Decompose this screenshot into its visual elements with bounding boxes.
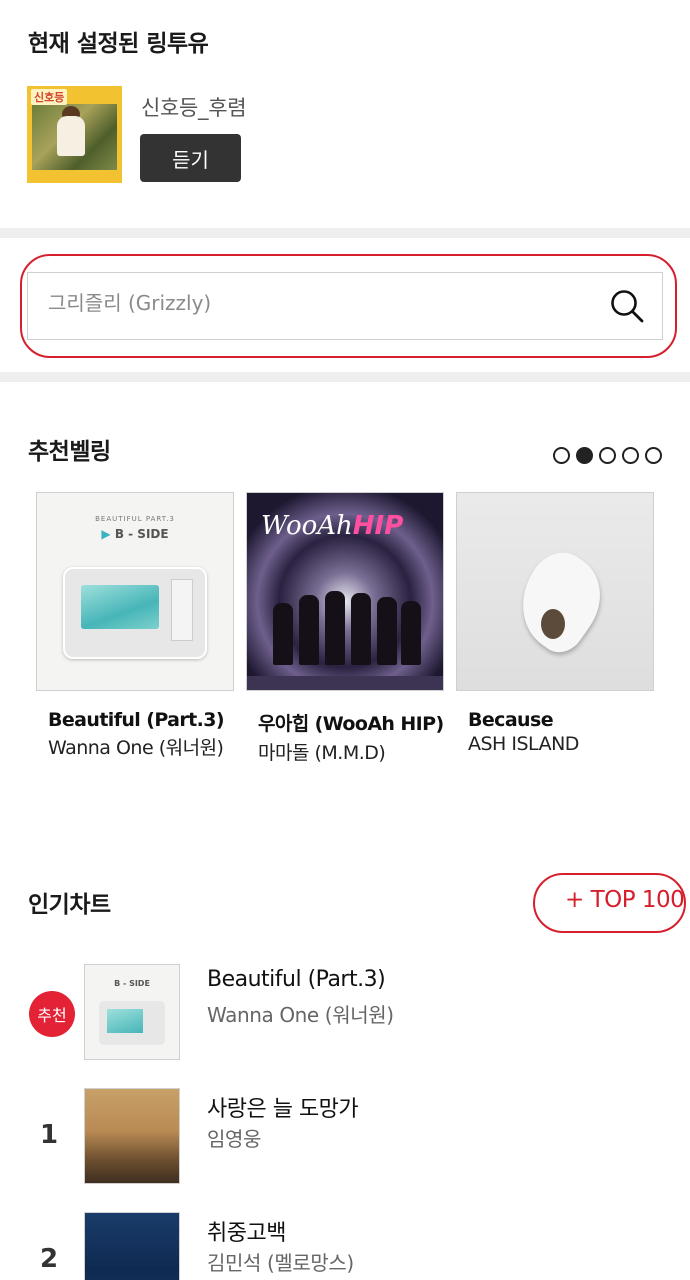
section-divider bbox=[0, 372, 690, 382]
album-art[interactable]: WooAhHIP bbox=[246, 492, 444, 691]
chart-thumbnail[interactable] bbox=[84, 1088, 180, 1184]
chart-rank: 1 bbox=[40, 1120, 59, 1150]
chart-row[interactable]: 1 사랑은 늘 도망가 임영웅 bbox=[0, 1088, 690, 1188]
chart-thumbnail[interactable]: B - SIDE bbox=[84, 964, 180, 1060]
recommended-card[interactable]: Because ASH ISLAND bbox=[456, 492, 654, 755]
chart-row[interactable]: 2 취중고백 김민석 (멜로망스) bbox=[0, 1212, 690, 1280]
album-device-graphic bbox=[63, 567, 207, 659]
chart-song-title: Beautiful (Part.3) bbox=[207, 967, 386, 992]
thumbnail-device bbox=[99, 1001, 165, 1045]
chart-row[interactable]: 추천 B - SIDE Beautiful (Part.3) Wanna One… bbox=[0, 964, 690, 1064]
album-group-figures bbox=[267, 585, 425, 665]
popular-chart-heading: 인기차트 bbox=[28, 892, 111, 918]
chart-song-artist: 김민석 (멜로망스) bbox=[207, 1251, 354, 1275]
recommended-card[interactable]: BEAUTIFUL PART.3 ▶ B - SIDE Beautiful (P… bbox=[36, 492, 234, 760]
album-figure bbox=[57, 116, 85, 156]
album-art[interactable]: BEAUTIFUL PART.3 ▶ B - SIDE bbox=[36, 492, 234, 691]
album-art[interactable] bbox=[456, 492, 654, 691]
chart-song-artist: Wanna One (워너원) bbox=[207, 1003, 394, 1027]
recommended-artist: Wanna One (워너원) bbox=[48, 737, 224, 759]
album-art-title: ▶ B - SIDE bbox=[101, 527, 169, 541]
chart-song-artist: 임영웅 bbox=[207, 1127, 261, 1151]
chart-song-title: 취중고백 bbox=[207, 1221, 286, 1246]
recommended-title: Beautiful (Part.3) bbox=[48, 709, 225, 731]
current-ringtone-heading: 현재 설정된 링투유 bbox=[28, 31, 209, 57]
album-figure-hair bbox=[541, 609, 565, 639]
thumbnail-label: B - SIDE bbox=[114, 979, 150, 988]
album-art-subtitle: BEAUTIFUL PART.3 bbox=[95, 515, 175, 523]
recommend-badge: 추천 bbox=[29, 991, 75, 1037]
album-art-badge: 신호등 bbox=[31, 89, 68, 105]
recommended-artist: ASH ISLAND bbox=[468, 733, 579, 755]
listen-button[interactable]: 듣기 bbox=[140, 134, 241, 182]
recommended-heading: 추천벨링 bbox=[28, 439, 111, 465]
chart-thumbnail[interactable] bbox=[84, 1212, 180, 1280]
recommended-title: 우아힙 (WooAh HIP) bbox=[258, 713, 444, 735]
carousel-pagination[interactable] bbox=[553, 447, 662, 464]
carousel-dot-5[interactable] bbox=[645, 447, 662, 464]
album-footer-bar bbox=[247, 676, 443, 690]
current-ringtone-title: 신호등_후렴 bbox=[141, 96, 247, 120]
top100-highlight-outline bbox=[533, 873, 686, 933]
recommended-artist: 마마돌 (M.M.D) bbox=[258, 742, 386, 764]
album-art-logo: WooAhHIP bbox=[261, 511, 404, 541]
chart-rank: 2 bbox=[40, 1244, 59, 1274]
chart-song-title: 사랑은 늘 도망가 bbox=[207, 1097, 359, 1122]
carousel-dot-3[interactable] bbox=[599, 447, 616, 464]
recommended-title: Because bbox=[468, 709, 554, 731]
recommended-card[interactable]: WooAhHIP 우아힙 (WooAh HIP) 마마돌 (M.M.D) bbox=[246, 492, 444, 765]
carousel-dot-1[interactable] bbox=[553, 447, 570, 464]
carousel-dot-4[interactable] bbox=[622, 447, 639, 464]
device-screen bbox=[81, 585, 159, 629]
section-divider bbox=[0, 228, 690, 238]
carousel-dot-2[interactable] bbox=[576, 447, 593, 464]
device-side-panel bbox=[171, 579, 193, 641]
search-highlight-outline bbox=[20, 254, 677, 358]
album-figure bbox=[501, 540, 619, 662]
current-ringtone-album-art[interactable]: 신호등 bbox=[27, 86, 122, 183]
